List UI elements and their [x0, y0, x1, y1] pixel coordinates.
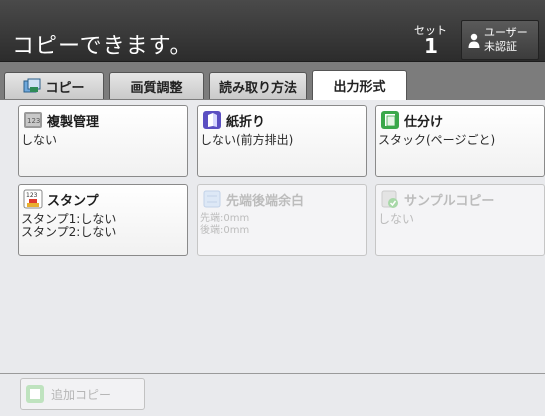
status-header: コピーできます。 セット 1 ユーザー 未認証 — [0, 0, 545, 62]
duplicate-control-value: しない — [21, 133, 58, 147]
tab-output-format[interactable]: 出力形式 — [312, 70, 407, 100]
tab-scan-method-label: 読み取り方法 — [218, 80, 297, 96]
stamp-button[interactable]: 123 スタンプ スタンプ1:しない スタンプ2:しない — [18, 184, 188, 256]
extra-copy-button[interactable]: 追加コピー — [20, 378, 145, 410]
paper-fold-value: しない(前方排出) — [200, 133, 294, 147]
user-icon — [468, 33, 480, 48]
sort-value: スタック(ページごと) — [378, 133, 496, 147]
paper-fold-icon — [203, 111, 221, 129]
user-auth-button[interactable]: ユーザー 未認証 — [461, 20, 539, 60]
margin-value: 先端:0mm 後端:0mm — [200, 213, 250, 236]
margin-button[interactable]: 先端後端余白 先端:0mm 後端:0mm — [197, 184, 367, 256]
sort-button[interactable]: 仕分け スタック(ページごと) — [375, 105, 545, 177]
paper-fold-title: 紙折り — [226, 115, 266, 130]
tab-image-quality-label: 画質調整 — [130, 80, 183, 96]
duplicate-control-title: 複製管理 — [47, 115, 100, 130]
tab-image-quality[interactable]: 画質調整 — [109, 72, 204, 99]
stamp-value: スタンプ1:しない スタンプ2:しない — [21, 212, 117, 239]
tab-output-format-label: 出力形式 — [333, 80, 386, 95]
sample-copy-button[interactable]: サンプルコピー しない — [375, 184, 545, 256]
tab-copy-label: コピー — [45, 80, 85, 96]
user-auth-line2: 未認証 — [484, 40, 517, 53]
stamp-title: スタンプ — [47, 194, 99, 209]
svg-text:123: 123 — [26, 192, 38, 199]
user-auth-label: ユーザー 未認証 — [484, 26, 528, 54]
sort-title: 仕分け — [404, 115, 444, 130]
sample-copy-icon — [381, 190, 398, 208]
tab-scan-method[interactable]: 読み取り方法 — [209, 72, 307, 99]
set-count: 1 — [424, 34, 438, 58]
extra-copy-icon — [26, 385, 44, 403]
stamp-icon: 123 — [23, 189, 43, 209]
sample-copy-value: しない — [378, 212, 415, 226]
paper-fold-button[interactable]: 紙折り しない(前方排出) — [197, 105, 367, 177]
extra-copy-label: 追加コピー — [51, 387, 112, 402]
sort-icon — [381, 111, 399, 129]
tab-copy[interactable]: コピー — [4, 72, 104, 99]
duplicate-control-button[interactable]: 123 複製管理 しない — [18, 105, 188, 177]
user-auth-line1: ユーザー — [484, 26, 528, 39]
copy-icon — [23, 78, 41, 93]
margin-icon — [203, 190, 221, 208]
svg-text:123: 123 — [27, 117, 40, 125]
sample-copy-title: サンプルコピー — [404, 194, 495, 209]
status-message: コピーできます。 — [12, 34, 193, 59]
duplicate-control-icon: 123 — [24, 112, 42, 128]
margin-title: 先端後端余白 — [226, 194, 305, 209]
